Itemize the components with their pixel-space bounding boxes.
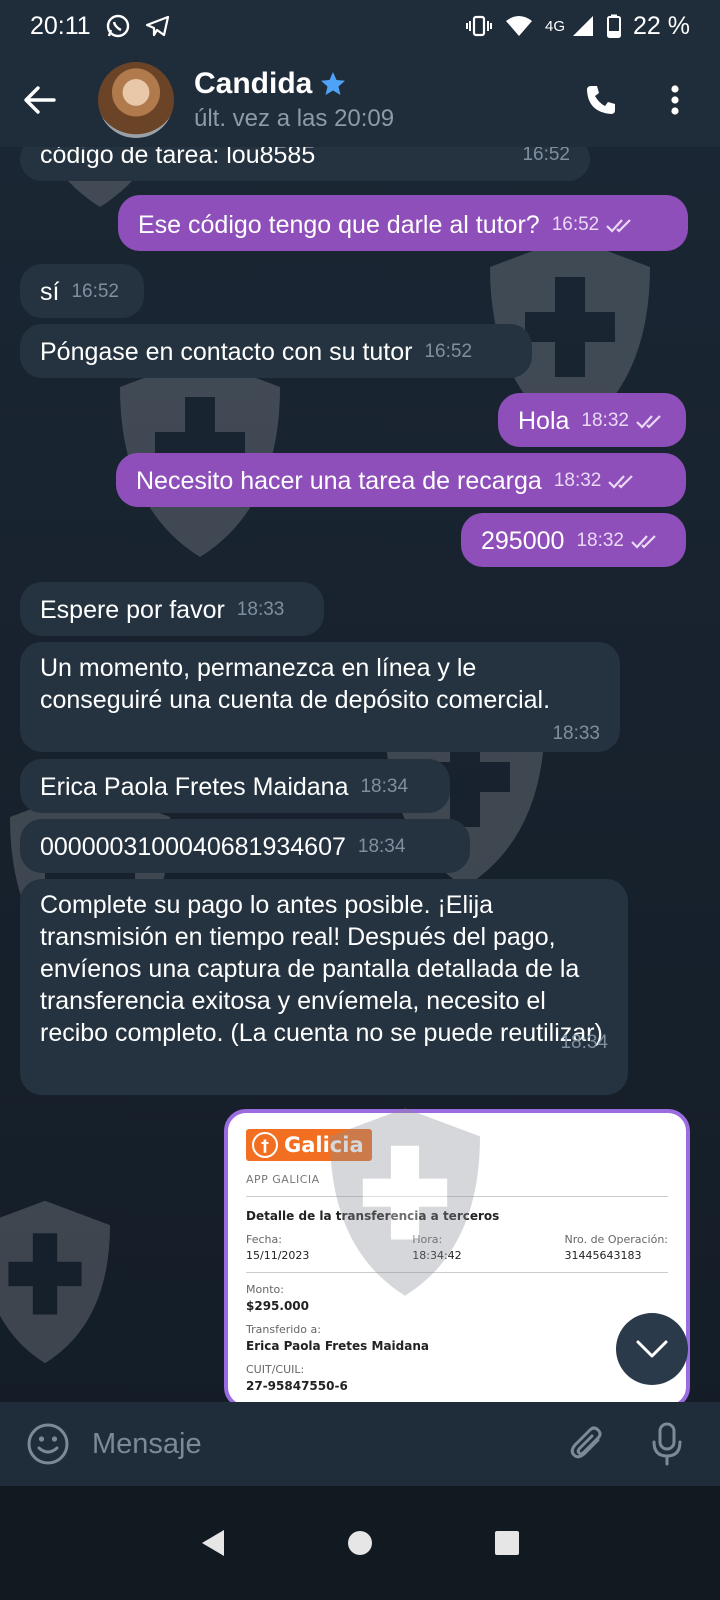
recipient-label: Transferido a: bbox=[246, 1323, 321, 1336]
signal-icon bbox=[571, 15, 595, 37]
message-text: 0000003100040681934607 bbox=[40, 833, 346, 861]
message-outgoing[interactable]: Hola 18:32 bbox=[498, 393, 686, 447]
message-outgoing[interactable]: Ese código tengo que darle al tutor? 16:… bbox=[118, 195, 688, 251]
network-type: 4G bbox=[545, 17, 566, 35]
vibrate-icon bbox=[465, 15, 493, 37]
telegram-icon bbox=[145, 14, 171, 38]
message-input[interactable] bbox=[92, 1427, 568, 1461]
contact-name: Candida bbox=[194, 66, 313, 100]
message-text: Ese código tengo que darle al tutor? bbox=[138, 211, 540, 239]
message-time: 18:32 bbox=[576, 530, 624, 551]
wifi-icon bbox=[505, 15, 533, 37]
message-incoming[interactable]: Espere por favor 18:33 bbox=[20, 582, 324, 636]
chat-area[interactable]: código de tarea: lou8585 16:52 Ese códig… bbox=[0, 147, 720, 1427]
message-time: 18:34 bbox=[357, 836, 406, 857]
brand-name: Galicia bbox=[284, 1133, 364, 1157]
galicia-logo: † Galicia bbox=[246, 1129, 372, 1161]
double-check-icon bbox=[635, 405, 663, 437]
message-time: 16:52 bbox=[551, 214, 600, 235]
message-time: 18:33 bbox=[236, 599, 285, 620]
message-incoming[interactable]: Complete su pago lo antes posible. ¡Elij… bbox=[20, 879, 628, 1095]
message-time: 18:32 bbox=[553, 470, 602, 491]
message-time: 16:52 bbox=[522, 147, 570, 165]
cuit-value: 27-95847550-6 bbox=[246, 1379, 348, 1393]
message-text: 295000 bbox=[481, 527, 565, 555]
galicia-logo-icon: † bbox=[252, 1132, 278, 1158]
attach-icon[interactable] bbox=[568, 1424, 608, 1464]
system-navigation-bar bbox=[0, 1486, 720, 1600]
amount-label: Monto: bbox=[246, 1283, 284, 1296]
message-incoming[interactable]: código de tarea: lou8585 16:52 bbox=[20, 147, 590, 181]
double-check-icon bbox=[607, 465, 635, 497]
battery-level: 22 % bbox=[633, 11, 690, 40]
message-input-bar bbox=[0, 1402, 720, 1486]
status-bar: 20:11 4G 22 % bbox=[0, 0, 720, 52]
message-time: 16:52 bbox=[71, 281, 119, 302]
message-incoming[interactable]: Un momento, permanezca en línea y le con… bbox=[20, 642, 620, 752]
avatar[interactable] bbox=[98, 61, 174, 138]
chevron-down-icon bbox=[635, 1339, 669, 1359]
message-text: sí bbox=[40, 278, 60, 306]
message-text: Póngase en contacto con su tutor bbox=[40, 338, 413, 366]
message-incoming[interactable]: Póngase en contacto con su tutor 16:52 bbox=[20, 324, 532, 378]
app-label: APP GALICIA bbox=[246, 1173, 320, 1186]
mic-icon[interactable] bbox=[650, 1422, 684, 1466]
message-text: Necesito hacer una tarea de recarga bbox=[136, 467, 542, 495]
date-value: 15/11/2023 bbox=[246, 1249, 310, 1262]
phone-icon[interactable] bbox=[584, 83, 618, 117]
double-check-icon bbox=[630, 525, 658, 557]
message-text: Espere por favor bbox=[40, 596, 225, 624]
receipt-title: Detalle de la transferencia a terceros bbox=[246, 1209, 500, 1223]
operation-value: 31445643183 bbox=[564, 1249, 642, 1262]
message-incoming[interactable]: 0000003100040681934607 18:34 bbox=[20, 819, 470, 873]
nav-back-icon[interactable] bbox=[200, 1528, 226, 1558]
message-outgoing[interactable]: 295000 18:32 bbox=[461, 513, 686, 567]
whatsapp-icon bbox=[105, 13, 131, 39]
message-time: 18:33 bbox=[552, 723, 600, 744]
recipient-value: Erica Paola Fretes Maidana bbox=[246, 1339, 429, 1353]
message-text: Complete su pago lo antes posible. ¡Elij… bbox=[40, 891, 603, 1047]
message-text: código de tarea: lou8585 bbox=[40, 147, 316, 169]
contact-info[interactable]: Candida últ. vez a las 20:09 bbox=[194, 67, 394, 133]
verified-star-icon bbox=[320, 71, 346, 97]
cuit-label: CUIT/CUIL: bbox=[246, 1363, 305, 1376]
amount-value: $295.000 bbox=[246, 1299, 310, 1313]
message-text: Un momento, permanezca en línea y le con… bbox=[40, 654, 551, 714]
chat-header: Candida últ. vez a las 20:09 bbox=[0, 52, 720, 147]
message-time: 18:32 bbox=[581, 410, 629, 431]
scroll-down-button[interactable] bbox=[616, 1313, 688, 1385]
emoji-icon[interactable] bbox=[26, 1422, 70, 1466]
message-incoming[interactable]: sí 16:52 bbox=[20, 264, 144, 318]
status-time: 20:11 bbox=[30, 11, 91, 40]
time-label: Hora: bbox=[412, 1233, 443, 1246]
message-text: Erica Paola Fretes Maidana bbox=[40, 773, 349, 801]
operation-label: Nro. de Operación: bbox=[564, 1233, 668, 1246]
back-arrow-icon[interactable] bbox=[22, 85, 56, 115]
time-value: 18:34:42 bbox=[412, 1249, 462, 1262]
double-check-icon bbox=[605, 209, 633, 241]
message-time: 16:52 bbox=[424, 341, 473, 362]
message-outgoing[interactable]: Necesito hacer una tarea de recarga 18:3… bbox=[116, 453, 686, 507]
more-vert-icon[interactable] bbox=[670, 84, 680, 116]
last-seen-status: últ. vez a las 20:09 bbox=[194, 104, 395, 132]
watermark-shield-icon bbox=[0, 1200, 110, 1364]
date-label: Fecha: bbox=[246, 1233, 282, 1246]
nav-home-icon[interactable] bbox=[346, 1529, 374, 1557]
message-text: Hola bbox=[518, 407, 570, 435]
message-time: 18:34 bbox=[360, 776, 409, 797]
battery-icon bbox=[607, 14, 622, 38]
nav-recents-icon[interactable] bbox=[494, 1530, 520, 1556]
message-incoming[interactable]: Erica Paola Fretes Maidana 18:34 bbox=[20, 759, 450, 813]
